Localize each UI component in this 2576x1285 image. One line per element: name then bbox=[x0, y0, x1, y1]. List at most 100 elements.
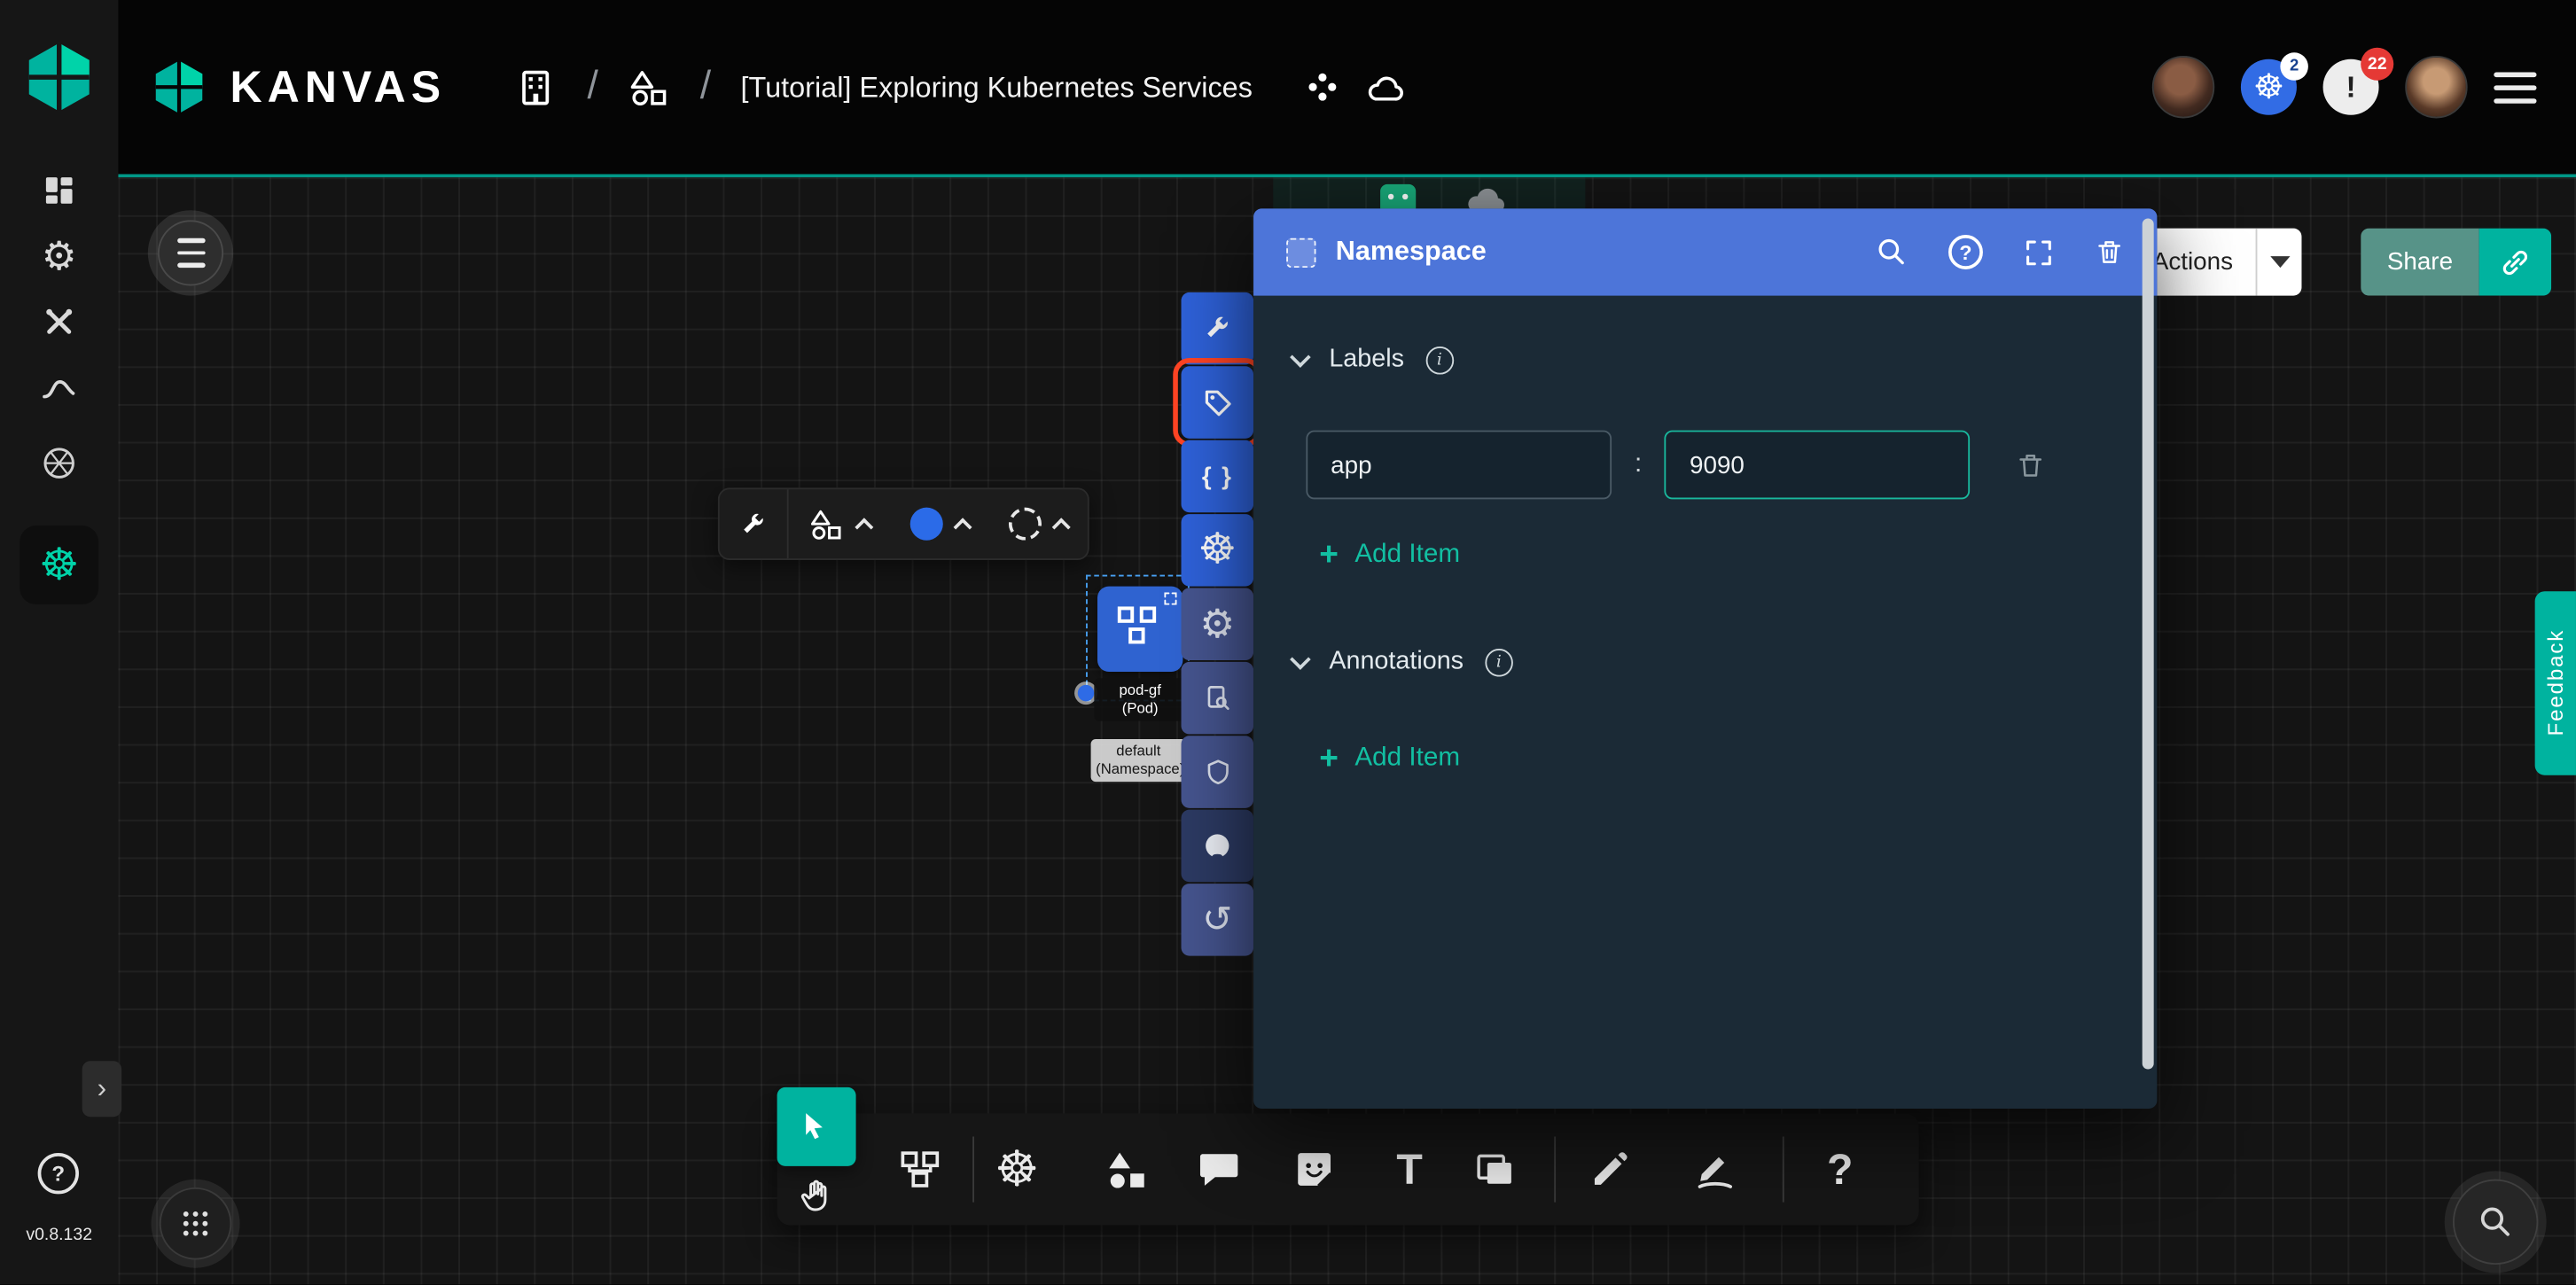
sidebar-help-button[interactable]: ? bbox=[38, 1153, 79, 1194]
sidebar-item-toolbox[interactable] bbox=[23, 289, 96, 354]
question-icon: ? bbox=[1959, 241, 1971, 264]
node-expand-icon[interactable] bbox=[1161, 589, 1179, 607]
sticker-tool[interactable] bbox=[1284, 1140, 1344, 1199]
flowchart-tool[interactable] bbox=[890, 1140, 949, 1199]
feedback-label: Feedback bbox=[2543, 630, 2568, 737]
info-icon: i bbox=[1485, 648, 1513, 676]
sidebar-item-lifecycle[interactable]: ⚙ bbox=[23, 223, 96, 289]
sidebar-item-connections[interactable] bbox=[23, 354, 96, 420]
curve-icon bbox=[39, 371, 78, 404]
grid-toggle-button[interactable] bbox=[161, 1189, 230, 1258]
divider bbox=[972, 1136, 974, 1202]
annotations-section-header[interactable]: Annotations i bbox=[1293, 647, 2105, 676]
search-button[interactable] bbox=[1875, 235, 1909, 269]
help-tool[interactable]: ? bbox=[1810, 1140, 1870, 1199]
flower-icon bbox=[1305, 69, 1341, 105]
feedback-tab[interactable]: Feedback bbox=[2535, 591, 2576, 775]
cloud-icon bbox=[1364, 69, 1409, 105]
edit-tool[interactable] bbox=[1581, 1140, 1640, 1199]
json-config-button[interactable]: { } bbox=[1182, 440, 1254, 513]
policy-button[interactable] bbox=[1182, 736, 1254, 808]
draw-tool[interactable] bbox=[1685, 1140, 1745, 1199]
zoom-button[interactable] bbox=[2455, 1181, 2537, 1264]
style-tools-button[interactable] bbox=[720, 489, 787, 558]
node-port-handle[interactable] bbox=[1078, 685, 1095, 702]
pod-node[interactable] bbox=[1097, 587, 1183, 672]
app-version: v0.8.132 bbox=[0, 1226, 118, 1245]
collaborator-avatar[interactable] bbox=[2152, 56, 2214, 118]
namespace-shape-icon bbox=[1286, 238, 1315, 267]
trash-icon bbox=[2017, 449, 2046, 480]
annotations-section-title: Annotations bbox=[1329, 647, 1464, 676]
label-key-input[interactable] bbox=[1306, 431, 1612, 500]
border-style-dropdown[interactable] bbox=[989, 489, 1088, 558]
canvas-menu-button[interactable] bbox=[160, 222, 222, 284]
sidebar-item-dashboard[interactable] bbox=[23, 158, 96, 223]
kubernetes-badge: 2 bbox=[2280, 52, 2308, 81]
search-icon bbox=[1875, 235, 1909, 269]
shape-style-dropdown[interactable] bbox=[789, 489, 891, 558]
panel-scrollbar[interactable] bbox=[2143, 218, 2154, 1069]
pan-tool[interactable] bbox=[795, 1176, 838, 1219]
kubernetes-helm-icon: ☸ bbox=[995, 1141, 1039, 1198]
delete-button[interactable] bbox=[2095, 237, 2124, 268]
save-status-button[interactable] bbox=[1364, 69, 1409, 105]
designs-button[interactable] bbox=[628, 66, 670, 108]
actions-caret-button[interactable] bbox=[2256, 229, 2302, 296]
delete-label-button[interactable] bbox=[2017, 449, 2046, 480]
copy-link-button[interactable] bbox=[2479, 229, 2552, 296]
sticker-icon bbox=[1292, 1147, 1338, 1193]
app-header: KANVAS / / [Tutorial] Exploring Kubernet… bbox=[0, 0, 2576, 177]
configure-button[interactable] bbox=[1182, 292, 1254, 365]
comment-tool[interactable] bbox=[1190, 1140, 1249, 1199]
organization-button[interactable] bbox=[515, 65, 558, 109]
node-context-toolbar: { } ☸ ⚙ ↺ bbox=[1182, 292, 1254, 956]
kubernetes-context-button[interactable]: ☸ 2 bbox=[2241, 59, 2297, 115]
user-avatar[interactable] bbox=[2405, 56, 2467, 118]
kubernetes-tool[interactable]: ☸ bbox=[987, 1140, 1047, 1199]
text-tool[interactable]: T bbox=[1380, 1140, 1440, 1199]
label-row: : bbox=[1306, 431, 2104, 500]
notes-tool[interactable] bbox=[1465, 1140, 1525, 1199]
notification-badge: 22 bbox=[2361, 48, 2393, 81]
main-menu-button[interactable] bbox=[2494, 72, 2536, 103]
share-button-group: Share bbox=[2361, 229, 2551, 296]
history-button[interactable]: ↺ bbox=[1182, 884, 1254, 956]
sidebar-item-meshery[interactable] bbox=[23, 431, 96, 496]
visibility-button[interactable] bbox=[1305, 69, 1341, 105]
color-swatch bbox=[910, 508, 943, 541]
kanvas-sidebar-logo[interactable] bbox=[23, 39, 96, 114]
document-search-icon bbox=[1202, 682, 1233, 713]
labels-section-header[interactable]: Labels i bbox=[1293, 345, 2105, 374]
kubernetes-button[interactable]: ☸ bbox=[1182, 514, 1254, 587]
sidebar-item-kubernetes-context[interactable]: ☸ bbox=[20, 526, 98, 604]
design-title[interactable]: [Tutorial] Exploring Kubernetes Services bbox=[740, 70, 1252, 105]
kanvas-app: pod-gf(Pod) default(Namespace) { } ☸ ⚙ bbox=[0, 0, 2576, 1284]
fill-color-dropdown[interactable] bbox=[890, 489, 988, 558]
fullscreen-button[interactable] bbox=[2022, 236, 2055, 269]
github-button[interactable] bbox=[1182, 810, 1254, 883]
sidebar-expand-button[interactable]: › bbox=[82, 1061, 121, 1117]
label-value-input[interactable] bbox=[1665, 431, 1971, 500]
dashed-circle-icon bbox=[1009, 508, 1042, 541]
add-label-button[interactable]: + Add Item bbox=[1319, 539, 2104, 572]
divider bbox=[1783, 1136, 1784, 1202]
notifications-button[interactable]: ! 22 bbox=[2323, 59, 2379, 115]
config-panel-header[interactable]: Namespace ? bbox=[1253, 208, 2157, 295]
labels-section-title: Labels bbox=[1329, 345, 1404, 374]
inspect-button[interactable] bbox=[1182, 662, 1254, 735]
help-button[interactable]: ? bbox=[1948, 235, 1983, 269]
add-annotation-button[interactable]: + Add Item bbox=[1319, 743, 2104, 775]
share-button[interactable]: Share bbox=[2361, 229, 2478, 296]
wrench-icon bbox=[739, 510, 768, 538]
select-tool[interactable] bbox=[777, 1087, 856, 1166]
style-toolbar bbox=[718, 487, 1089, 560]
labels-button[interactable] bbox=[1182, 366, 1254, 439]
crossed-tools-icon bbox=[41, 304, 77, 340]
hand-icon bbox=[797, 1178, 836, 1217]
cursor-icon bbox=[799, 1109, 835, 1145]
namespace-label: default(Namespace) bbox=[1091, 739, 1186, 781]
chevron-up-icon bbox=[855, 517, 873, 535]
shapes-tool[interactable] bbox=[1097, 1140, 1157, 1199]
settings-button[interactable]: ⚙ bbox=[1182, 588, 1254, 660]
